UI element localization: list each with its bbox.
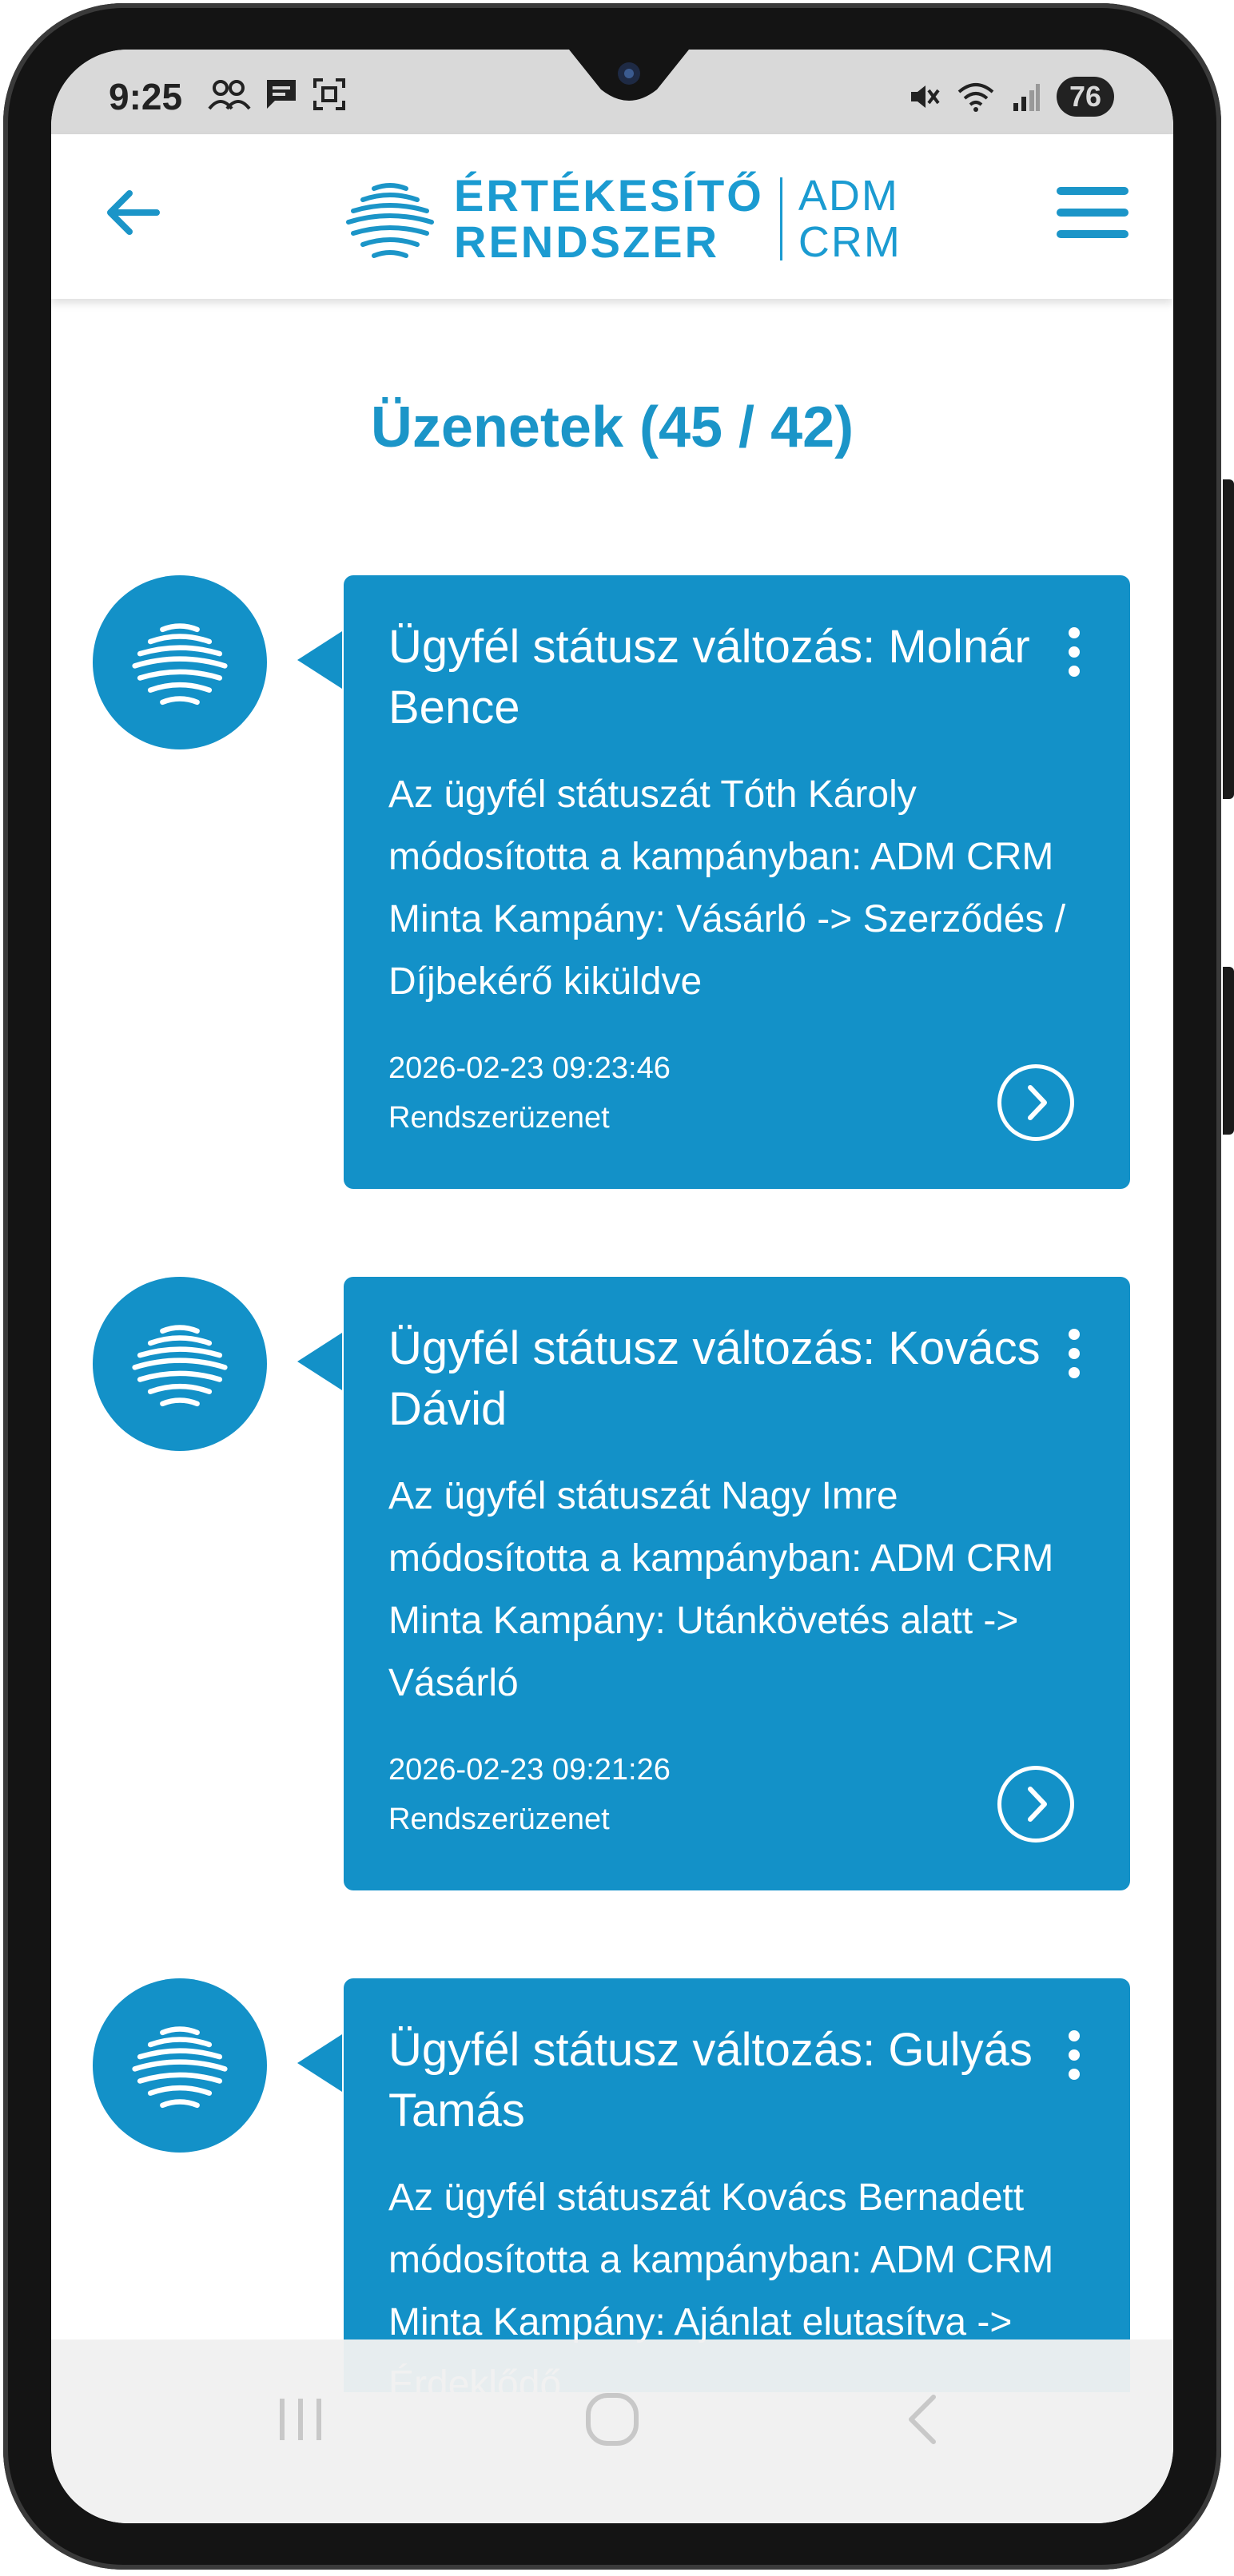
logo-product-text: ADM CRM (798, 173, 902, 265)
battery-indicator: 76 (1056, 77, 1114, 117)
message-avatar (93, 1978, 267, 2153)
battery-level: 76 (1069, 80, 1101, 113)
status-bar: 9:25 76 (51, 50, 1173, 134)
logo-line2: RENDSZER (454, 217, 720, 267)
recent-apps-icon[interactable] (269, 2387, 332, 2451)
back-nav-icon[interactable] (892, 2387, 956, 2451)
logo-mark-icon (346, 183, 434, 258)
message-item: Ügyfél státusz változás: Kovács Dávid Az… (51, 1277, 1173, 1892)
logo-separator (779, 177, 782, 260)
logo-mark-icon (132, 623, 228, 706)
hamburger-menu-icon[interactable] (1057, 184, 1129, 241)
status-time: 9:25 (109, 76, 183, 117)
message-bubble-tail (297, 631, 342, 689)
signal-icon (1013, 84, 1040, 111)
message-sender: Rendszerüzenet (388, 1803, 610, 1836)
side-button-power (1223, 967, 1234, 1135)
message-body: Az ügyfél státuszát Nagy Imre módosított… (388, 1475, 1054, 1704)
message-timestamp: 2026-02-23 09:21:26 (388, 1753, 671, 1787)
logo-mark-icon (132, 1325, 228, 1407)
status-right-icons: 76 (908, 77, 1114, 117)
app-logo: ÉRTÉKESÍTŐ RENDSZER ADM CRM (342, 171, 902, 267)
message-card[interactable]: Ügyfél státusz változás: Kovács Dávid Az… (344, 1277, 1130, 1890)
more-vertical-icon[interactable] (1066, 2029, 1082, 2081)
message-title: Ügyfél státusz változás: Gulyás Tamás (388, 2024, 1033, 2137)
chevron-right-icon (1028, 1787, 1047, 1822)
message-item: Ügyfél státusz változás: Molnár Bence Az… (51, 575, 1173, 1191)
screenshot-icon (313, 78, 345, 110)
more-vertical-icon[interactable] (1066, 626, 1082, 678)
side-button-volume (1223, 479, 1234, 799)
back-arrow-icon[interactable] (101, 181, 165, 244)
logo-right2: CRM (798, 218, 902, 266)
logo-mark-icon (132, 2026, 228, 2109)
message-avatar (93, 575, 267, 749)
app-bar: ÉRTÉKESÍTŐ RENDSZER ADM CRM (51, 134, 1173, 299)
logo-brand-text: ÉRTÉKESÍTŐ RENDSZER (454, 173, 764, 265)
camera-notch (569, 50, 689, 105)
logo-line1: ÉRTÉKESÍTŐ (454, 170, 764, 221)
message-timestamp: 2026-02-23 09:23:46 (388, 1051, 671, 1085)
mute-icon (910, 85, 940, 108)
message-bubble-tail (297, 1333, 342, 1390)
open-message-button[interactable] (997, 1766, 1074, 1843)
message-title: Ügyfél státusz változás: Molnár Bence (388, 621, 1030, 733)
status-left-icons (208, 77, 347, 112)
message-card[interactable]: Ügyfél státusz változás: Molnár Bence Az… (344, 575, 1130, 1189)
logo-right1: ADM (798, 172, 899, 220)
page-title: Üzenetek (45 / 42) (370, 396, 854, 459)
messages-list: Üzenetek (45 / 42) Ügyfél státusz változ… (51, 299, 1173, 2392)
home-icon[interactable] (580, 2387, 644, 2451)
message-body: Az ügyfél státuszát Tóth Károly módosíto… (388, 773, 1066, 1003)
message-card[interactable]: Ügyfél státusz változás: Gulyás Tamás Az… (344, 1978, 1130, 2392)
message-sender: Rendszerüzenet (388, 1101, 610, 1135)
message-avatar (93, 1277, 267, 1451)
people-icon (208, 80, 251, 110)
message-title: Ügyfél státusz változás: Kovács Dávid (388, 1322, 1041, 1435)
android-nav-bar (51, 2339, 1173, 2523)
wifi-icon (957, 83, 994, 112)
chevron-right-icon (1028, 1085, 1047, 1120)
screen: 9:25 76 ÉRTÉKESÍTŐ RENDSZER ADM CRM Üzen… (51, 50, 1173, 2523)
message-icon (267, 80, 296, 109)
open-message-button[interactable] (997, 1064, 1074, 1141)
more-vertical-icon[interactable] (1066, 1328, 1082, 1379)
message-item: Ügyfél státusz változás: Gulyás Tamás Az… (51, 1978, 1173, 2392)
message-bubble-tail (297, 2034, 342, 2092)
